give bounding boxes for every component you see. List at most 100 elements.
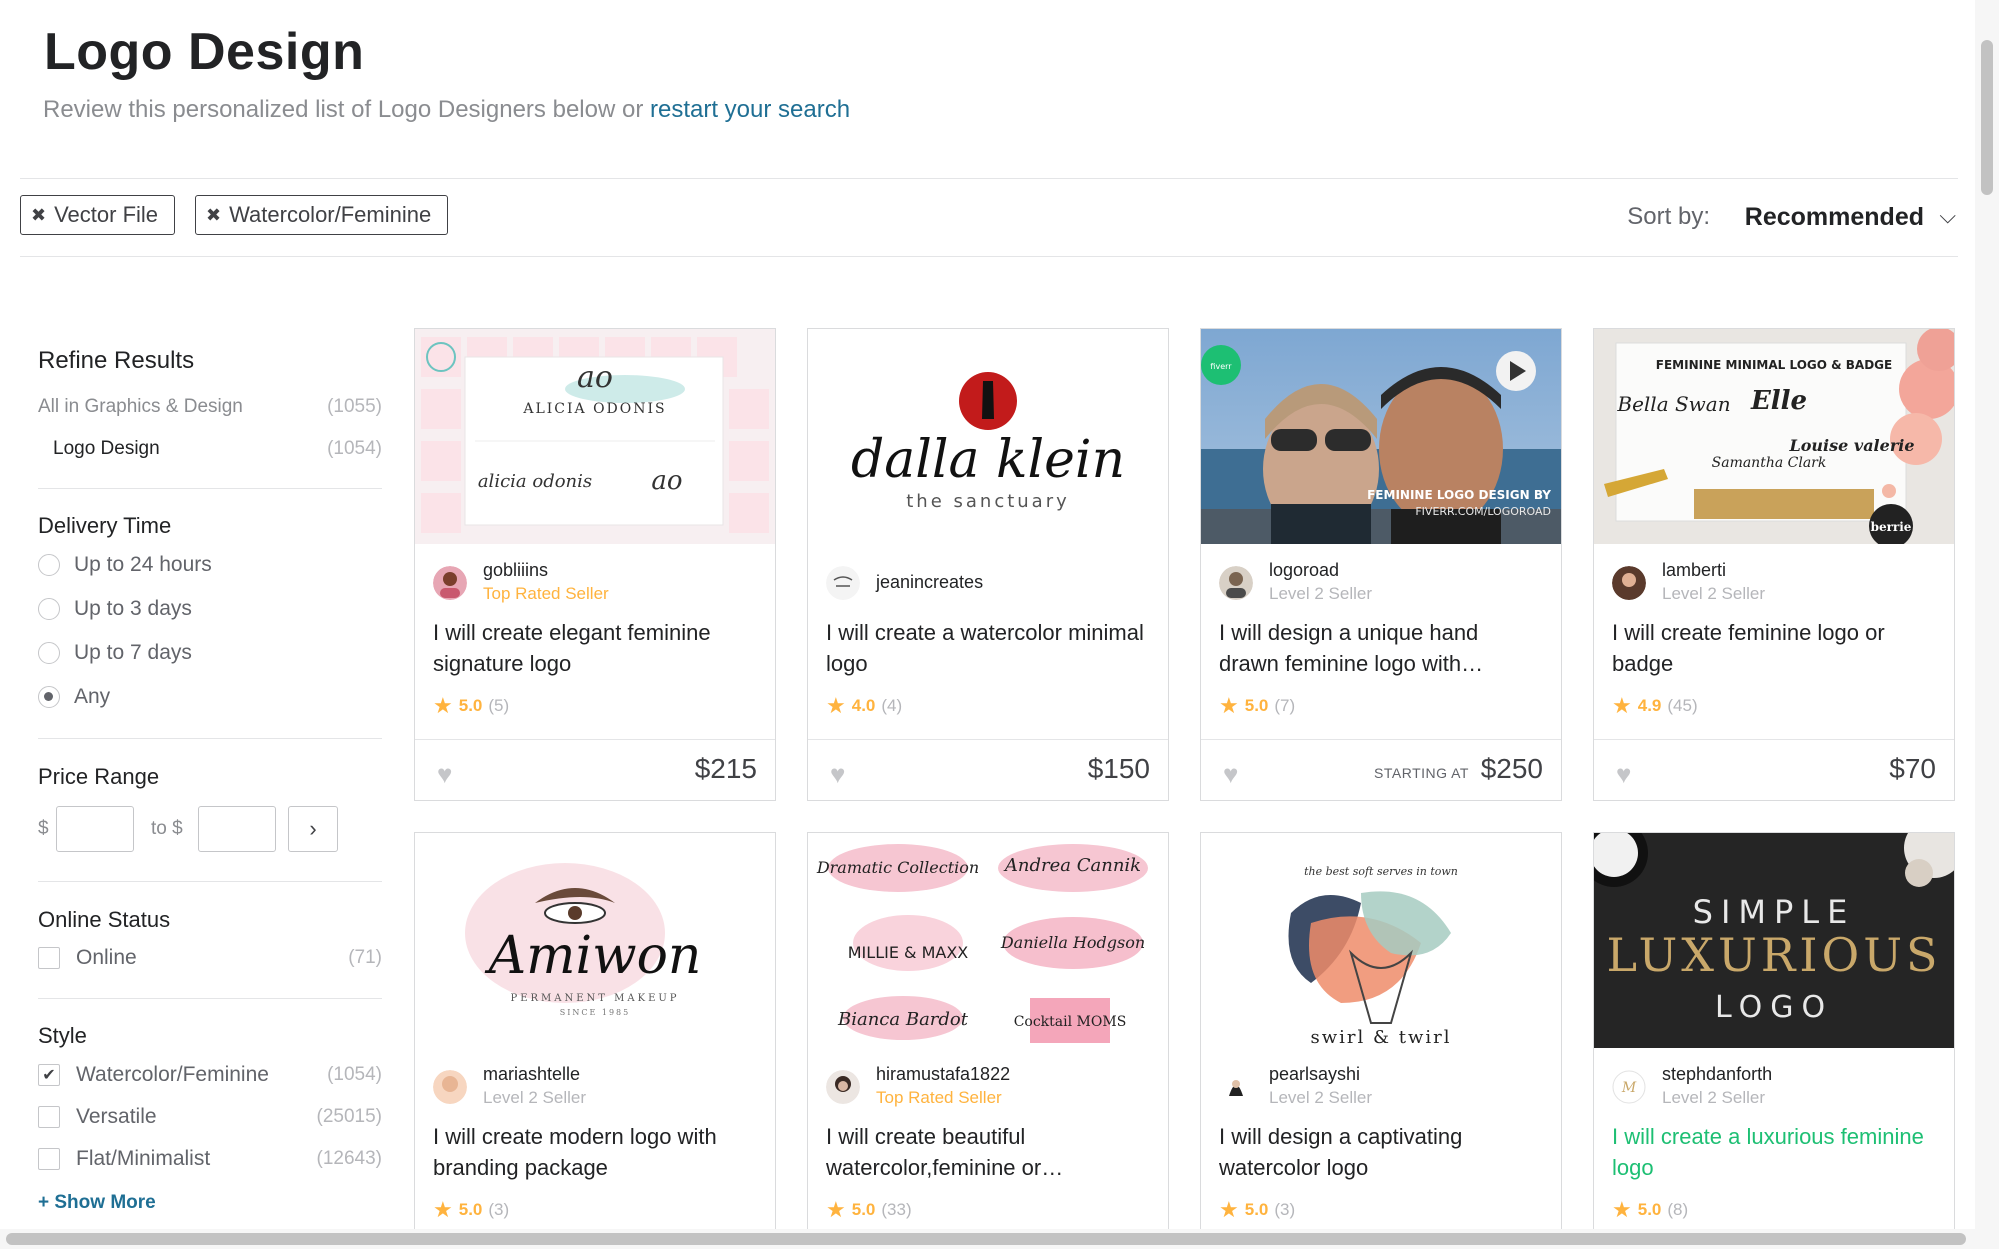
gig-thumbnail[interactable]: Dramatic Collection Andrea Cannik MILLIE… (808, 833, 1168, 1048)
page-title: Logo Design (44, 23, 365, 81)
gig-thumbnail[interactable]: the best soft serves in town swirl & twi… (1201, 833, 1561, 1048)
restart-search-link[interactable]: restart your search (650, 96, 850, 123)
price-apply-button[interactable]: › (288, 806, 338, 852)
category-all[interactable]: All in Graphics & Design (1055) (38, 396, 382, 418)
style-option[interactable]: ✔ Watercolor/Feminine (1054) (38, 1063, 382, 1087)
delivery-option[interactable]: Any (38, 685, 382, 709)
category-label: All in Graphics & Design (38, 396, 243, 417)
thumb-l1: SIMPLE (1693, 893, 1856, 931)
gig-card[interactable]: dalla klein the sanctuary jeanincreates … (807, 328, 1169, 801)
gig-thumbnail[interactable]: dalla klein the sanctuary (808, 329, 1168, 544)
seller-level: Level 2 Seller (1269, 584, 1373, 603)
seller-name[interactable]: lamberti (1662, 560, 1726, 581)
gig-title[interactable]: I will create elegant feminine signature… (433, 617, 758, 679)
gig-rating: ★ 4.9 (45) (1612, 693, 1698, 719)
seller-avatar[interactable]: M (1612, 1070, 1646, 1104)
gig-title[interactable]: I will create feminine logo or badge (1612, 617, 1937, 679)
price-to-label: to $ (151, 818, 183, 839)
gig-thumbnail[interactable]: ao ALICIA ODONIS alicia odonis ao (415, 329, 775, 544)
seller-name[interactable]: stephdanforth (1662, 1064, 1772, 1085)
gig-title[interactable]: I will create modern logo with branding … (433, 1121, 758, 1183)
seller-avatar[interactable] (826, 566, 860, 600)
seller-avatar[interactable] (826, 1070, 860, 1104)
gig-title[interactable]: I will design a unique hand drawn femini… (1219, 617, 1544, 679)
rating-value: 4.0 (851, 696, 876, 715)
style-option[interactable]: Flat/Minimalist (12643) (38, 1147, 382, 1171)
chip-label: Watercolor/Feminine (229, 202, 432, 227)
checkbox[interactable] (38, 1106, 60, 1128)
seller-name[interactable]: gobliiins (483, 560, 548, 581)
subtitle-text: Review this personalized list of Logo De… (43, 96, 644, 123)
delivery-option[interactable]: Up to 3 days (38, 597, 382, 621)
gig-card[interactable]: Dramatic Collection Andrea Cannik MILLIE… (807, 832, 1169, 1232)
seller-avatar[interactable] (433, 1070, 467, 1104)
thumb-l2: LUXURIOUS (1606, 928, 1941, 982)
gig-title[interactable]: I will design a captivating watercolor l… (1219, 1121, 1544, 1183)
horizontal-scrollbar[interactable] (0, 1229, 1999, 1249)
scrollbar-thumb[interactable] (6, 1233, 1966, 1245)
heart-icon[interactable]: ♥ (1223, 759, 1238, 790)
radio-button[interactable] (38, 554, 60, 576)
radio-button[interactable] (38, 598, 60, 620)
sort-dropdown[interactable]: Recommended (1745, 203, 1924, 232)
checkbox[interactable] (38, 947, 60, 969)
rating-value: 5.0 (458, 696, 483, 715)
seller-name[interactable]: hiramustafa1822 (876, 1064, 1010, 1085)
gig-price[interactable]: $215 (695, 753, 757, 785)
gig-price[interactable]: $150 (1088, 753, 1150, 785)
gig-title[interactable]: I will create beautiful watercolor,femin… (826, 1121, 1151, 1183)
heart-icon[interactable]: ♥ (830, 759, 845, 790)
style-option[interactable]: Versatile (25015) (38, 1105, 382, 1129)
seller-avatar[interactable] (1612, 566, 1646, 600)
heart-icon[interactable]: ♥ (1616, 759, 1631, 790)
checkbox-checked[interactable]: ✔ (38, 1064, 60, 1086)
price-max-input[interactable] (198, 806, 276, 852)
subcategory-count: (1054) (327, 438, 382, 459)
gig-price[interactable]: $250 (1481, 753, 1543, 785)
rating-value: 5.0 (1244, 1200, 1269, 1219)
gig-card[interactable]: Amiwon PERMANENT MAKEUP SINCE 1985 maria… (414, 832, 776, 1232)
show-more-link[interactable]: + Show More (38, 1192, 156, 1214)
scrollbar-thumb[interactable] (1981, 40, 1993, 195)
option-label: Up to 24 hours (74, 553, 212, 576)
gig-card[interactable]: fiverr FEMININE LOGO DESIGN BY FIVERR.CO… (1200, 328, 1562, 801)
chevron-down-icon[interactable]: ⌵ (1939, 203, 1956, 229)
seller-name[interactable]: pearlsayshi (1269, 1064, 1360, 1085)
gig-card[interactable]: SIMPLE LUXURIOUS LOGO M stephdanforth Le… (1593, 832, 1955, 1232)
price-min-input[interactable] (56, 806, 134, 852)
radio-button[interactable] (38, 642, 60, 664)
radio-button-selected[interactable] (38, 686, 60, 708)
gig-card[interactable]: ao ALICIA ODONIS alicia odonis ao goblii… (414, 328, 776, 801)
remove-icon[interactable]: ✖ (206, 205, 221, 226)
filter-chip-vector-file[interactable]: ✖ Vector File (20, 195, 176, 235)
gig-title[interactable]: I will create a watercolor minimal logo (826, 617, 1151, 679)
svg-text:M: M (1621, 1080, 1637, 1096)
heart-icon[interactable]: ♥ (437, 759, 452, 790)
gig-title[interactable]: I will create a luxurious feminine logo (1612, 1121, 1937, 1183)
checkbox[interactable] (38, 1148, 60, 1170)
divider (38, 998, 382, 999)
remove-icon[interactable]: ✖ (31, 205, 46, 226)
filter-chip-watercolor[interactable]: ✖ Watercolor/Feminine (195, 195, 449, 235)
delivery-option[interactable]: Up to 24 hours (38, 553, 382, 577)
star-icon: ★ (433, 693, 453, 718)
gig-card[interactable]: FEMININE MINIMAL LOGO & BADGE Bella Swan… (1593, 328, 1955, 801)
gig-thumbnail[interactable]: SIMPLE LUXURIOUS LOGO (1594, 833, 1954, 1048)
seller-name[interactable]: mariashtelle (483, 1064, 580, 1085)
online-option[interactable]: Online (71) (38, 946, 382, 970)
gig-thumbnail[interactable]: Amiwon PERMANENT MAKEUP SINCE 1985 (415, 833, 775, 1048)
seller-name[interactable]: logoroad (1269, 560, 1339, 581)
seller-avatar[interactable] (1219, 566, 1253, 600)
seller-name[interactable]: jeanincreates (876, 572, 983, 593)
gig-thumbnail[interactable]: fiverr FEMININE LOGO DESIGN BY FIVERR.CO… (1201, 329, 1561, 544)
category-logo-design[interactable]: Logo Design (1054) (38, 438, 382, 460)
gig-thumbnail[interactable]: FEMININE MINIMAL LOGO & BADGE Bella Swan… (1594, 329, 1954, 544)
gig-card[interactable]: the best soft serves in town swirl & twi… (1200, 832, 1562, 1232)
divider (20, 256, 1958, 257)
thumb-a: Dramatic Collection (816, 858, 979, 877)
delivery-option[interactable]: Up to 7 days (38, 641, 382, 665)
seller-avatar[interactable] (1219, 1070, 1253, 1104)
seller-avatar[interactable] (433, 566, 467, 600)
vertical-scrollbar[interactable] (1975, 0, 1999, 1229)
gig-price[interactable]: $70 (1889, 753, 1936, 785)
